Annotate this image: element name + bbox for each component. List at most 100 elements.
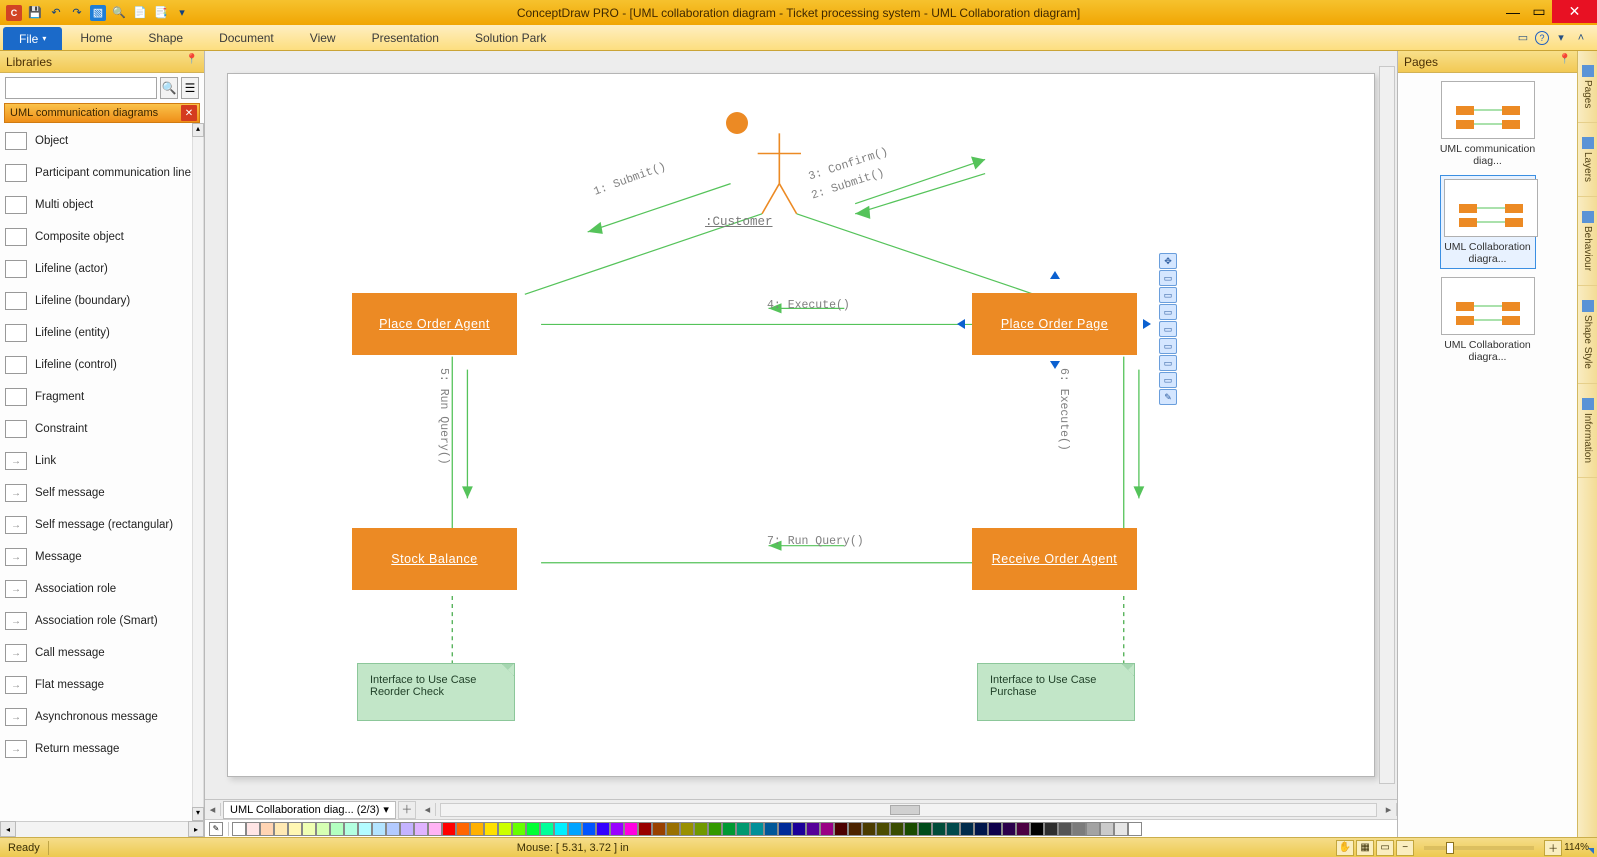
color-swatch[interactable] [974,822,988,836]
library-search-input[interactable] [5,77,157,99]
color-swatch[interactable] [694,822,708,836]
library-item[interactable]: Fragment [5,381,192,413]
color-swatch[interactable] [470,822,484,836]
action-button[interactable]: ▭ [1159,338,1177,354]
active-page-tab[interactable]: UML Collaboration diag... (2/3)▾ [223,801,396,819]
selection-handle-icon[interactable] [1050,271,1060,279]
qat-item-icon[interactable]: 📑 [153,5,169,21]
library-scrollbar[interactable]: ▴▾ [192,123,204,821]
color-swatch[interactable] [792,822,806,836]
qat-item-icon[interactable]: 🔍 [111,5,127,21]
color-swatch[interactable] [554,822,568,836]
library-item[interactable]: Asynchronous message [5,701,192,733]
tab-nav-prev[interactable]: ◂ [205,803,221,816]
hscroll-right[interactable]: ▸ [1381,803,1397,816]
color-swatch[interactable] [302,822,316,836]
action-button[interactable]: ▭ [1159,270,1177,286]
color-swatch[interactable] [904,822,918,836]
menu-home[interactable]: Home [62,25,130,50]
node-stock-balance[interactable]: Stock Balance [352,528,517,590]
zoom-in-icon[interactable]: ＋ [1544,840,1562,856]
page-thumbnail[interactable]: UML communication diag... [1440,81,1536,167]
color-swatch[interactable] [736,822,750,836]
color-swatch[interactable] [862,822,876,836]
help-icon[interactable]: ? [1535,31,1549,45]
color-swatch[interactable] [708,822,722,836]
color-swatch[interactable] [414,822,428,836]
note-purchase[interactable]: Interface to Use Case Purchase [977,663,1135,721]
color-swatch[interactable] [1072,822,1086,836]
library-item[interactable]: Composite object [5,221,192,253]
pin-icon[interactable]: 📍 [1559,54,1571,65]
menu-document[interactable]: Document [201,25,292,50]
color-swatch[interactable] [372,822,386,836]
zoom-value[interactable]: 114% [1564,840,1589,856]
color-swatch[interactable] [722,822,736,836]
color-swatch[interactable] [316,822,330,836]
note-reorder-check[interactable]: Interface to Use Case Reorder Check [357,663,515,721]
library-category[interactable]: UML communication diagrams ✕ [4,103,200,123]
color-swatch[interactable] [624,822,638,836]
action-button[interactable]: ✥ [1159,253,1177,269]
qat-dropdown-icon[interactable]: ▾ [174,5,190,21]
action-button[interactable]: ▭ [1159,287,1177,303]
add-page-button[interactable]: ＋ [398,801,416,819]
library-item[interactable]: Association role [5,573,192,605]
color-swatch[interactable] [932,822,946,836]
color-swatch[interactable] [1044,822,1058,836]
library-item[interactable]: Participant communication line [5,157,192,189]
help-dropdown-icon[interactable]: ▾ [1553,30,1569,46]
color-swatch[interactable] [1100,822,1114,836]
library-item[interactable]: Lifeline (actor) [5,253,192,285]
color-swatch[interactable] [666,822,680,836]
maximize-button[interactable]: ▭ [1526,0,1552,23]
node-place-order-agent[interactable]: Place Order Agent [352,293,517,355]
pan-tool-icon[interactable]: ✋ [1336,840,1354,856]
color-swatch[interactable] [512,822,526,836]
undo-icon[interactable]: ↶ [48,5,64,21]
color-swatch[interactable] [806,822,820,836]
view-mode-icon[interactable]: ▭ [1376,840,1394,856]
color-swatch[interactable] [848,822,862,836]
color-swatch[interactable] [834,822,848,836]
color-swatch[interactable] [344,822,358,836]
eyedropper-icon[interactable]: ✎ [209,822,223,836]
color-swatch[interactable] [778,822,792,836]
collapse-ribbon-icon[interactable]: ˄ [1573,30,1589,46]
save-icon[interactable]: 💾 [27,5,43,21]
color-swatch[interactable] [526,822,540,836]
canvas-hscrollbar[interactable] [440,803,1377,817]
qat-item-icon[interactable]: 📄 [132,5,148,21]
color-swatch[interactable] [918,822,932,836]
color-swatch[interactable] [764,822,778,836]
library-item[interactable]: Message [5,541,192,573]
color-swatch[interactable] [568,822,582,836]
node-receive-order-agent[interactable]: Receive Order Agent [972,528,1137,590]
action-button[interactable]: ✎ [1159,389,1177,405]
color-swatch[interactable] [232,822,246,836]
library-item[interactable]: Lifeline (control) [5,349,192,381]
diagram[interactable]: :Customer Place Order Agent Place Order … [227,73,1375,777]
qat-item-icon[interactable]: ▧ [90,5,106,21]
color-swatch[interactable] [750,822,764,836]
minimize-button[interactable]: — [1500,0,1526,23]
side-tab[interactable]: Pages [1578,51,1597,123]
library-item[interactable]: Lifeline (boundary) [5,285,192,317]
side-tab[interactable]: Shape Style [1578,286,1597,384]
color-swatch[interactable] [652,822,666,836]
canvas-viewport[interactable]: :Customer Place Order Agent Place Order … [205,51,1397,799]
library-hscroll[interactable]: ◂▸ [0,821,204,837]
color-swatch[interactable] [260,822,274,836]
color-swatch[interactable] [1128,822,1142,836]
color-swatch[interactable] [456,822,470,836]
view-mode-icon[interactable]: ▦ [1356,840,1374,856]
color-swatch[interactable] [946,822,960,836]
color-swatch[interactable] [1002,822,1016,836]
node-place-order-page[interactable]: Place Order Page [972,293,1137,355]
action-button[interactable]: ▭ [1159,321,1177,337]
color-swatch[interactable] [638,822,652,836]
pin-icon[interactable]: 📍 [186,54,198,65]
library-item[interactable]: Association role (Smart) [5,605,192,637]
color-swatch[interactable] [960,822,974,836]
library-item[interactable]: Self message (rectangular) [5,509,192,541]
